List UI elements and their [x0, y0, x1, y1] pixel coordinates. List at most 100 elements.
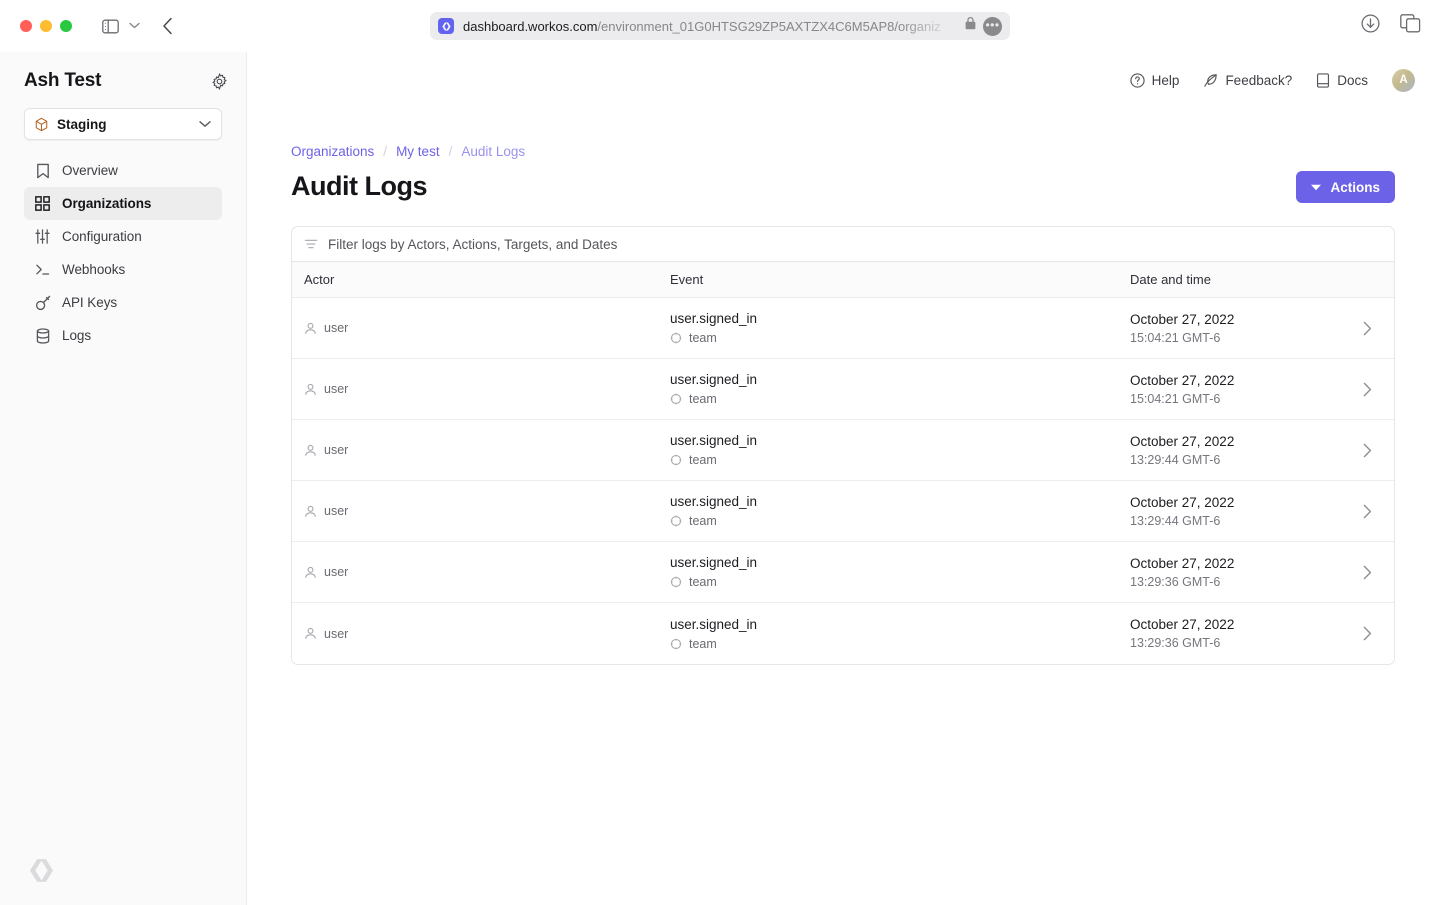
cell-date: October 27, 2022 13:29:44 GMT-6 [1130, 495, 1340, 528]
database-icon [34, 328, 51, 344]
table-row[interactable]: user user.signed_in team October 27, 202… [292, 420, 1394, 481]
table-row[interactable]: user user.signed_in team October 27, 202… [292, 359, 1394, 420]
workos-logo [26, 855, 57, 891]
cell-event: user.signed_in team [670, 433, 1130, 467]
browser-chrome: dashboard.workos.com/environment_01G0HTS… [0, 0, 1439, 52]
target-name: team [689, 453, 717, 467]
sliders-icon [34, 229, 51, 244]
docs-link[interactable]: Docs [1316, 73, 1368, 88]
sidebar-item-overview[interactable]: Overview [24, 154, 222, 187]
sidebar-item-api-keys[interactable]: API Keys [24, 286, 222, 319]
bookmark-icon [34, 163, 51, 179]
time-value: 13:29:44 GMT-6 [1130, 453, 1340, 467]
sidebar-item-label: Webhooks [62, 262, 125, 277]
cell-actor: user [292, 627, 670, 641]
chevron-down-icon [1311, 184, 1321, 191]
main-content: Help Feedback? Docs A [247, 52, 1439, 905]
sidebar-item-logs[interactable]: Logs [24, 319, 222, 352]
url-text: dashboard.workos.com/environment_01G0HTS… [463, 19, 959, 34]
event-target: team [670, 331, 1130, 345]
help-link[interactable]: Help [1130, 73, 1180, 88]
cell-actor: user [292, 565, 670, 579]
download-icon[interactable] [1361, 14, 1380, 33]
chevron-down-icon[interactable] [129, 20, 140, 32]
chevron-right-icon[interactable] [1340, 565, 1394, 580]
docs-label: Docs [1337, 73, 1368, 88]
minimize-window-button[interactable] [40, 20, 52, 32]
environment-selector[interactable]: Staging [24, 108, 222, 140]
sidebar-item-label: Configuration [62, 229, 142, 244]
gear-icon[interactable] [211, 73, 228, 90]
breadcrumb-audit-logs[interactable]: Audit Logs [461, 144, 525, 159]
back-button[interactable] [162, 17, 173, 35]
chevron-right-icon[interactable] [1340, 443, 1394, 458]
person-icon [304, 383, 317, 396]
person-icon [304, 322, 317, 335]
feedback-label: Feedback? [1225, 73, 1292, 88]
sidebar-item-webhooks[interactable]: Webhooks [24, 253, 222, 286]
person-icon [304, 627, 317, 640]
workos-logo-icon [438, 18, 454, 34]
chevron-right-icon[interactable] [1340, 382, 1394, 397]
date-value: October 27, 2022 [1130, 495, 1340, 510]
search-input[interactable] [328, 237, 1309, 252]
address-bar[interactable]: dashboard.workos.com/environment_01G0HTS… [430, 12, 1010, 40]
filter-bar[interactable] [291, 226, 1395, 262]
avatar[interactable]: A [1392, 69, 1415, 92]
book-icon [1316, 73, 1330, 88]
sidebar-toggle-icon[interactable] [102, 19, 119, 34]
event-name: user.signed_in [670, 311, 1130, 326]
breadcrumb-my-test[interactable]: My test [396, 144, 440, 159]
cell-date: October 27, 2022 13:29:36 GMT-6 [1130, 617, 1340, 650]
sidebar: Ash Test Staging [0, 52, 247, 905]
target-name: team [689, 331, 717, 345]
actor-name: user [324, 504, 348, 518]
sidebar-item-label: Organizations [62, 196, 151, 211]
time-value: 15:04:21 GMT-6 [1130, 331, 1340, 345]
maximize-window-button[interactable] [60, 20, 72, 32]
event-name: user.signed_in [670, 494, 1130, 509]
time-value: 13:29:36 GMT-6 [1130, 575, 1340, 589]
target-icon [670, 638, 682, 650]
cell-event: user.signed_in team [670, 311, 1130, 345]
cell-actor: user [292, 321, 670, 335]
page-header: Audit Logs Actions [291, 171, 1395, 203]
sidebar-header: Ash Test [0, 52, 246, 92]
audit-logs-table: Actor Event Date and time user user.sign… [291, 262, 1395, 665]
sidebar-item-organizations[interactable]: Organizations [24, 187, 222, 220]
ellipsis-icon[interactable]: ••• [983, 17, 1002, 36]
target-name: team [689, 637, 717, 651]
date-value: October 27, 2022 [1130, 434, 1340, 449]
table-row[interactable]: user user.signed_in team October 27, 202… [292, 603, 1394, 664]
filter-icon [304, 237, 318, 251]
chevron-right-icon[interactable] [1340, 321, 1394, 336]
target-name: team [689, 514, 717, 528]
event-name: user.signed_in [670, 555, 1130, 570]
actions-button[interactable]: Actions [1296, 171, 1395, 203]
tab-overview-icon[interactable] [1400, 14, 1421, 33]
chrome-right-controls [1361, 14, 1421, 33]
chevron-right-icon[interactable] [1340, 626, 1394, 641]
window-controls[interactable] [20, 20, 72, 32]
feedback-link[interactable]: Feedback? [1203, 73, 1292, 88]
date-value: October 27, 2022 [1130, 617, 1340, 632]
sidebar-item-label: Logs [62, 328, 91, 343]
actor-name: user [324, 382, 348, 396]
table-row[interactable]: user user.signed_in team October 27, 202… [292, 298, 1394, 359]
cell-event: user.signed_in team [670, 555, 1130, 589]
table-row[interactable]: user user.signed_in team October 27, 202… [292, 542, 1394, 603]
chevron-right-icon[interactable] [1340, 504, 1394, 519]
event-target: team [670, 453, 1130, 467]
cell-event: user.signed_in team [670, 494, 1130, 528]
table-body: user user.signed_in team October 27, 202… [292, 298, 1394, 664]
target-icon [670, 576, 682, 588]
cell-date: October 27, 2022 13:29:36 GMT-6 [1130, 556, 1340, 589]
event-target: team [670, 392, 1130, 406]
column-header-date: Date and time [1130, 272, 1394, 287]
actor-name: user [324, 443, 348, 457]
breadcrumb-organizations[interactable]: Organizations [291, 144, 374, 159]
close-window-button[interactable] [20, 20, 32, 32]
sidebar-item-configuration[interactable]: Configuration [24, 220, 222, 253]
actions-label: Actions [1330, 180, 1380, 195]
table-row[interactable]: user user.signed_in team October 27, 202… [292, 481, 1394, 542]
